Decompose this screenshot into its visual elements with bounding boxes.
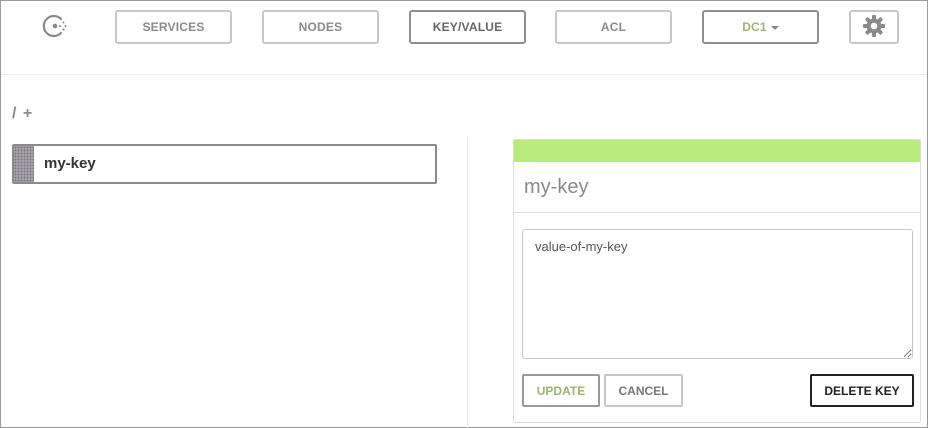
nav-nodes-button[interactable]: NODES <box>262 10 379 44</box>
top-navigation-bar: SERVICES NODES KEY/VALUE ACL DC1 <box>1 1 927 75</box>
breadcrumb[interactable]: / + <box>12 105 33 123</box>
nav-nodes-label: NODES <box>298 20 343 34</box>
gear-icon <box>862 14 886 41</box>
key-item-label: my-key <box>44 155 96 172</box>
caret-down-icon <box>770 26 779 30</box>
nav-acl-button[interactable]: ACL <box>555 10 672 44</box>
nav-key-value-button[interactable]: KEY/VALUE <box>409 10 526 44</box>
key-item-selected-stripe <box>14 146 34 182</box>
cancel-button[interactable]: CANCEL <box>604 374 683 407</box>
status-bar <box>514 140 920 162</box>
consul-logo-icon[interactable] <box>39 10 71 42</box>
nav-acl-label: ACL <box>600 20 627 34</box>
update-button[interactable]: UPDATE <box>522 374 600 407</box>
key-editor-panel: my-key value-of-my-key UPDATE CANCEL DEL… <box>513 139 921 423</box>
nav-key-value-label: KEY/VALUE <box>432 20 503 34</box>
datacenter-dropdown[interactable]: DC1 <box>702 10 819 44</box>
datacenter-label: DC1 <box>742 20 767 34</box>
key-list-item[interactable]: my-key <box>12 144 437 184</box>
editor-title: my-key <box>524 176 589 198</box>
panel-divider <box>514 212 920 213</box>
column-divider <box>467 138 468 428</box>
nav-services-label: SERVICES <box>142 20 205 34</box>
settings-button[interactable] <box>849 10 899 44</box>
nav-services-button[interactable]: SERVICES <box>115 10 232 44</box>
delete-key-button[interactable]: DELETE KEY <box>810 374 914 407</box>
value-textarea[interactable]: value-of-my-key <box>522 229 913 359</box>
